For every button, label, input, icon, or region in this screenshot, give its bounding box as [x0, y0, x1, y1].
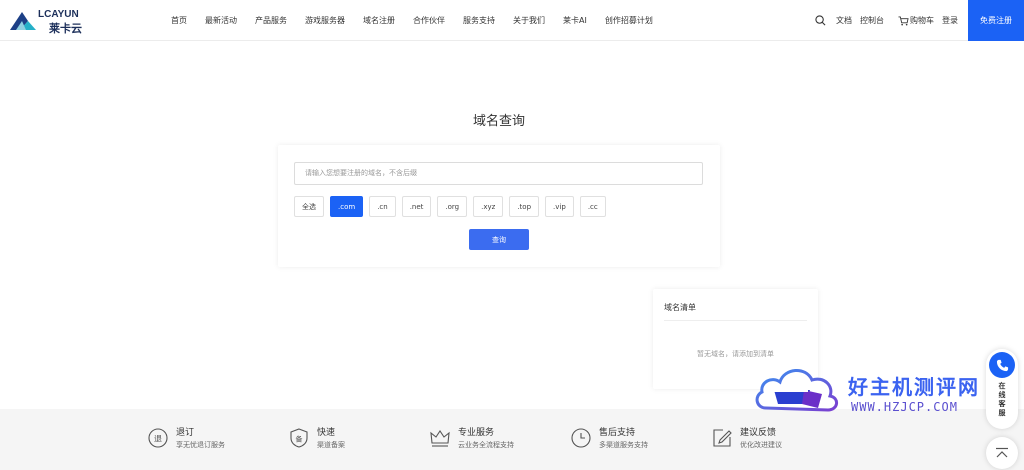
main-nav: 首页 最新活动 产品服务 游戏服务器 域名注册 合作伙伴 服务支持 关于我们 莱…: [171, 0, 671, 41]
query-button[interactable]: 查询: [469, 229, 529, 250]
header-tools: 文档 控制台 购物车 登录: [815, 0, 966, 41]
feature-title: 建议反馈: [740, 428, 777, 438]
nav-item-game-servers[interactable]: 游戏服务器: [305, 15, 345, 26]
brand-name-cn: 莱卡云: [49, 22, 82, 35]
feature-desc: 多渠道服务支持: [599, 441, 648, 449]
domain-list-title: 域名清单: [664, 303, 696, 312]
nav-item-partners[interactable]: 合作伙伴: [413, 15, 445, 26]
crown-icon: [430, 430, 450, 447]
tld-cc[interactable]: .cc: [579, 196, 606, 217]
nav-item-promotions[interactable]: 最新活动: [205, 15, 237, 26]
docs-link[interactable]: 文档: [836, 15, 852, 26]
nav-item-ai[interactable]: 莱卡AI: [563, 15, 587, 26]
tld-org[interactable]: .org: [437, 196, 468, 217]
online-service-widget[interactable]: 在线客服: [986, 349, 1018, 429]
divider: [664, 320, 807, 321]
refund-icon: 退: [148, 428, 168, 448]
feature-desc: 优化改进建议: [740, 441, 782, 449]
cart-label: 购物车: [910, 16, 934, 25]
svg-text:备: 备: [296, 435, 303, 444]
search-button[interactable]: [815, 15, 826, 26]
logo[interactable]: LCAYUN 莱卡云: [8, 8, 88, 35]
feature-desc: 云业务全流程支持: [458, 441, 514, 449]
tld-net[interactable]: .net: [401, 196, 432, 217]
feature-desc: 享无忧退订服务: [176, 441, 225, 449]
nav-item-domain-registration[interactable]: 域名注册: [363, 15, 395, 26]
cart-link[interactable]: 购物车: [898, 15, 934, 26]
nav-item-products[interactable]: 产品服务: [255, 15, 287, 26]
cloud-logo-icon: [755, 369, 838, 412]
page-title: 域名查询: [472, 114, 525, 129]
tld-com[interactable]: .com: [330, 196, 364, 217]
nav-item-about[interactable]: 关于我们: [513, 15, 545, 26]
domain-search-input[interactable]: [294, 162, 703, 185]
online-service-label: 在线客服: [998, 382, 1006, 417]
clock-icon: [571, 428, 591, 448]
nav-item-home[interactable]: 首页: [171, 15, 187, 26]
watermark-url: WWW.HZJCP.COM: [851, 400, 958, 414]
watermark-title: 好主机测评网: [848, 375, 980, 399]
watermark: 好主机测评网 WWW.HZJCP.COM: [752, 362, 992, 422]
tld-top[interactable]: .top: [509, 196, 540, 217]
feature-title: 快速: [317, 428, 336, 438]
tld-vip[interactable]: .vip: [545, 196, 574, 217]
chevron-up-icon: [996, 447, 1008, 458]
login-link[interactable]: 登录: [942, 15, 958, 26]
free-register-button[interactable]: 免费注册: [968, 0, 1024, 41]
svg-text:退: 退: [154, 435, 162, 444]
shield-record-icon: 备: [290, 428, 308, 448]
nav-item-support[interactable]: 服务支持: [463, 15, 495, 26]
domain-list-empty-text: 暂无域名，请添加到清单: [697, 350, 774, 358]
page: LCAYUN 莱卡云 首页 最新活动 产品服务 游戏服务器 域名注册 合作伙伴 …: [0, 0, 1024, 470]
cart-icon: [898, 15, 909, 25]
feature-title: 退订: [176, 428, 195, 438]
top-header: LCAYUN 莱卡云 首页 最新活动 产品服务 游戏服务器 域名注册 合作伙伴 …: [0, 0, 1024, 41]
search-icon: [815, 15, 826, 26]
tld-select-all[interactable]: 全选: [294, 196, 324, 217]
tld-xyz[interactable]: .xyz: [473, 196, 504, 217]
brand-name-en: LCAYUN: [38, 9, 79, 20]
console-link[interactable]: 控制台: [860, 15, 884, 26]
logo-mark-icon: [10, 12, 36, 30]
feature-desc: 渠道备案: [317, 441, 345, 449]
domain-search-card: 全选 .com .cn .net .org .xyz .top .vip .cc…: [278, 145, 720, 267]
feature-title: 专业服务: [458, 428, 495, 438]
tld-options: 全选 .com .cn .net .org .xyz .top .vip .cc: [294, 196, 612, 217]
nav-item-creator-program[interactable]: 创作招募计划: [605, 15, 653, 26]
feature-title: 售后支持: [599, 428, 636, 438]
phone-icon: [989, 352, 1015, 378]
feedback-edit-icon: [713, 429, 732, 447]
tld-cn[interactable]: .cn: [369, 196, 396, 217]
back-to-top-button[interactable]: [986, 437, 1018, 469]
